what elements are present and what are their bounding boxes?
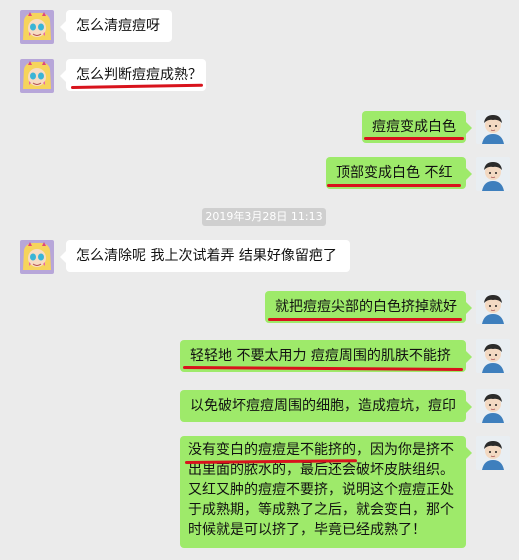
user-avatar[interactable]: [476, 110, 510, 144]
message-line: 时候就是可以挤了，毕竟已经成熟了！: [188, 522, 426, 538]
chat-timestamp: 2019年3月28日 11:13: [202, 208, 326, 226]
message-text: 痘痘变成白色: [372, 119, 456, 135]
red-underline-annotation: [327, 184, 461, 187]
message-bubble-outgoing[interactable]: 以免破坏痘痘周围的细胞，造成痘坑，痘印: [180, 390, 472, 422]
contact-avatar[interactable]: [20, 59, 54, 93]
message-line: 又红又肿的痘痘不要挤，说明这个痘痘正处: [188, 482, 454, 498]
message-text: 顶部变成白色 不红: [336, 165, 453, 181]
cartoon-girl-icon: [20, 240, 54, 274]
user-avatar[interactable]: [476, 339, 510, 373]
red-underline-annotation: [364, 137, 464, 140]
cartoon-boy-icon: [476, 339, 510, 373]
message-text: 怎么清痘痘呀: [76, 18, 160, 34]
contact-avatar[interactable]: [20, 240, 54, 274]
message-text: 就把痘痘尖部的白色挤掉就好: [275, 299, 457, 315]
cartoon-boy-icon: [476, 436, 510, 470]
message-bubble-incoming[interactable]: 怎么清除呢 我上次试着弄 结果好像留疤了: [60, 240, 350, 272]
message-text: 以免破坏痘痘周围的细胞，造成痘坑，痘印: [190, 398, 456, 414]
contact-avatar[interactable]: [20, 10, 54, 44]
user-avatar[interactable]: [476, 389, 510, 423]
message-text: 怎么清除呢 我上次试着弄 结果好像留疤了: [76, 248, 337, 264]
user-avatar[interactable]: [476, 157, 510, 191]
message-text: 轻轻地 不要太用力 痘痘周围的肌肤不能挤: [190, 348, 451, 364]
cartoon-girl-icon: [20, 59, 54, 93]
message-line: 没有变白的痘痘是不能挤的，因为你是挤不: [188, 442, 454, 458]
cartoon-boy-icon: [476, 110, 510, 144]
cartoon-boy-icon: [476, 389, 510, 423]
cartoon-boy-icon: [476, 157, 510, 191]
message-bubble-outgoing[interactable]: 没有变白的痘痘是不能挤的，因为你是挤不 出里面的脓水的，最后还会破坏皮肤组织。 …: [180, 436, 472, 548]
user-avatar[interactable]: [476, 436, 510, 470]
message-line: 于成熟期，等成熟了之后，就会变白，那个: [188, 502, 454, 518]
cartoon-boy-icon: [476, 290, 510, 324]
message-text: 怎么判断痘痘成熟？: [76, 67, 202, 83]
user-avatar[interactable]: [476, 290, 510, 324]
message-bubble-incoming[interactable]: 怎么清痘痘呀: [60, 10, 172, 42]
red-underline-annotation: [268, 318, 462, 321]
cartoon-girl-icon: [20, 10, 54, 44]
